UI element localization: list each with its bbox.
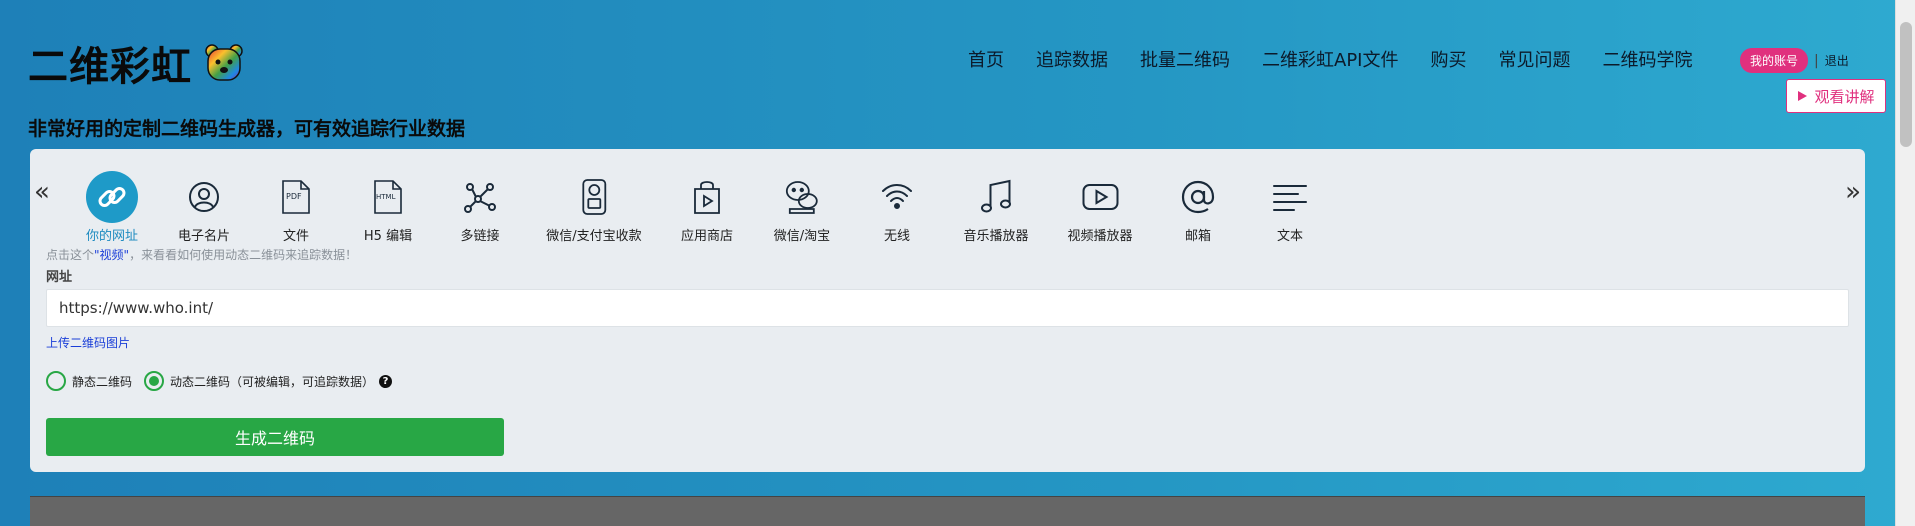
qr-type-multilink[interactable]: 多链接 <box>454 171 506 244</box>
account-separator: | <box>1814 52 1819 69</box>
nav-item-tracking[interactable]: 追踪数据 <box>1036 46 1108 72</box>
video-icon <box>1074 171 1126 223</box>
qr-type-music[interactable]: 音乐播放器 <box>963 171 1029 244</box>
svg-text:HTML: HTML <box>376 193 396 201</box>
scrollbar-thumb[interactable] <box>1900 22 1912 147</box>
hint-video-link[interactable]: "视频" <box>94 248 129 262</box>
qr-mode-options: 静态二维码 动态二维码（可被编辑，可追踪数据） ? <box>46 371 393 391</box>
dynamic-qr-label: 动态二维码（可被编辑，可追踪数据） <box>170 374 375 389</box>
qr-type-label: H5 编辑 <box>363 229 413 244</box>
play-icon <box>1798 91 1808 101</box>
carousel-next-icon[interactable]: » <box>1845 177 1861 207</box>
nav-item-batch[interactable]: 批量二维码 <box>1140 46 1230 72</box>
payment-icon <box>568 171 620 223</box>
svg-text:PDF: PDF <box>286 192 302 201</box>
qr-type-vcard[interactable]: 电子名片 <box>178 171 230 244</box>
multi-link-icon <box>454 171 506 223</box>
qr-type-label: 电子名片 <box>177 229 231 244</box>
upload-qr-image-link[interactable]: 上传二维码图片 <box>46 334 130 351</box>
qr-type-label: 你的网址 <box>85 229 139 244</box>
qr-type-label: 微信/淘宝 <box>773 229 831 244</box>
hint-suffix: ，来看看如何使用动态二维码来追踪数据！ <box>129 248 358 262</box>
rainbow-bear-icon <box>205 44 243 81</box>
carousel-prev-icon[interactable]: « <box>34 177 50 207</box>
qr-type-appstore[interactable]: 应用商店 <box>681 171 733 244</box>
wifi-icon <box>871 171 923 223</box>
url-input[interactable] <box>46 289 1849 327</box>
url-label: 网址 <box>46 270 73 285</box>
nav-item-api[interactable]: 二维彩虹API文件 <box>1262 46 1398 72</box>
watch-tutorial-label: 观看讲解 <box>1814 87 1875 106</box>
qr-type-payment[interactable]: 微信/支付宝收款 <box>546 171 642 244</box>
qr-type-wifi[interactable]: 无线 <box>871 171 923 244</box>
qr-type-label: 微信/支付宝收款 <box>546 229 642 244</box>
qr-type-label: 多链接 <box>460 229 500 244</box>
qr-type-label: 音乐播放器 <box>963 229 1029 244</box>
page-scrollbar[interactable] <box>1895 0 1915 526</box>
qr-type-label: 应用商店 <box>680 229 734 244</box>
nav-item-academy[interactable]: 二维码学院 <box>1602 46 1692 72</box>
help-icon[interactable]: ? <box>379 374 393 388</box>
nav-item-buy[interactable]: 购买 <box>1430 46 1466 72</box>
nav-item-home[interactable]: 首页 <box>968 46 1004 72</box>
user-icon <box>178 171 230 223</box>
qr-type-url[interactable]: 你的网址 <box>85 171 139 244</box>
qr-type-text[interactable]: 文本 <box>1264 171 1316 244</box>
qr-type-h5[interactable]: HTML H5 编辑 <box>362 171 414 244</box>
qr-type-video[interactable]: 视频播放器 <box>1067 171 1133 244</box>
logo[interactable]: 二维彩虹 <box>28 34 244 92</box>
qr-type-label: 无线 <box>883 229 910 244</box>
text-icon <box>1264 171 1316 223</box>
link-icon <box>85 171 138 223</box>
account-area: 我的账号 | 退出 <box>1740 48 1849 73</box>
pdf-icon: PDF <box>270 171 322 223</box>
logout-link[interactable]: 退出 <box>1825 52 1849 69</box>
music-icon <box>970 171 1022 223</box>
qr-type-label: 文件 <box>282 229 309 244</box>
page-subtitle: 非常好用的定制二维码生成器，可有效追踪行业数据 <box>28 118 466 140</box>
watch-tutorial-button[interactable]: 观看讲解 <box>1786 79 1886 113</box>
hint-prefix: 点击这个 <box>46 248 95 262</box>
qr-type-file[interactable]: PDF 文件 <box>270 171 322 244</box>
radio-selected-dot <box>149 376 160 386</box>
logo-text: 二维彩虹 <box>28 44 192 90</box>
qr-type-label: 视频播放器 <box>1067 229 1133 244</box>
qr-type-label: 邮箱 <box>1184 229 1211 244</box>
preview-panel <box>30 496 1865 526</box>
nav-item-faq[interactable]: 常见问题 <box>1498 46 1570 72</box>
generate-qr-button[interactable]: 生成二维码 <box>46 418 504 456</box>
generator-panel: « » 你的网址 电子名片 PDF 文件 HTML H5 编辑 多链接 微信/支… <box>30 149 1865 472</box>
static-qr-label: 静态二维码 <box>72 374 133 389</box>
static-qr-radio[interactable] <box>46 371 66 391</box>
wechat-icon <box>776 171 828 223</box>
qr-type-wechat[interactable]: 微信/淘宝 <box>774 171 830 244</box>
app-store-icon <box>681 171 733 223</box>
my-account-button[interactable]: 我的账号 <box>1740 48 1809 73</box>
html-icon: HTML <box>362 171 414 223</box>
dynamic-qr-radio[interactable] <box>144 371 165 391</box>
main-nav: 首页 追踪数据 批量二维码 二维彩虹API文件 购买 常见问题 二维码学院 <box>968 46 1692 72</box>
qr-type-email[interactable]: 邮箱 <box>1172 171 1224 244</box>
qr-type-label: 文本 <box>1276 229 1303 244</box>
video-hint: 点击这个"视频"，来看看如何使用动态二维码来追踪数据！ <box>46 246 357 263</box>
email-icon <box>1172 171 1224 223</box>
